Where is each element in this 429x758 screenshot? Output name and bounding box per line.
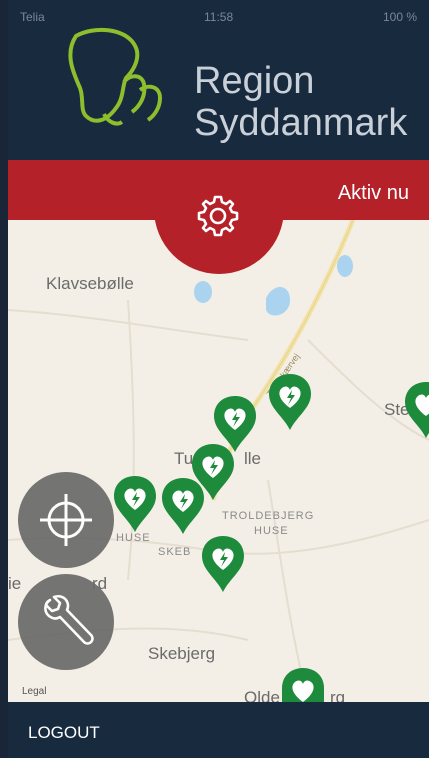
place-skebjerg: Skebjerg xyxy=(148,644,216,663)
clock: 11:58 xyxy=(204,10,234,24)
place-ie: ie xyxy=(8,574,22,593)
legal-link[interactable]: Legal xyxy=(22,686,46,697)
aed-marker-icon[interactable] xyxy=(267,372,313,432)
aed-marker-icon[interactable] xyxy=(200,534,246,594)
place-troldebjerg: TROLDEBJERG xyxy=(222,510,315,522)
crosshair-icon xyxy=(40,494,92,546)
locate-button[interactable] xyxy=(18,472,114,568)
active-status-label: Aktiv nu xyxy=(337,182,409,204)
logout-button[interactable]: LOGOUT xyxy=(28,723,100,743)
brand-line-1: Region xyxy=(194,60,315,102)
wrench-icon xyxy=(44,595,94,645)
footer-bar: LOGOUT xyxy=(8,702,429,758)
place-huse: HUSE xyxy=(254,525,289,537)
aed-marker-icon[interactable] xyxy=(112,474,158,534)
place-klavsebolle: Klavsebølle xyxy=(46,274,134,293)
gear-icon[interactable] xyxy=(193,191,243,241)
brand-name: Region Syddanmark xyxy=(194,60,407,144)
region-logo xyxy=(68,27,163,126)
battery-label: 100 % xyxy=(382,10,417,24)
aed-marker-icon[interactable] xyxy=(403,380,429,440)
brand-line-2: Syddanmark xyxy=(194,102,408,144)
aed-marker-icon[interactable] xyxy=(160,476,206,536)
place-skeb: SKEB xyxy=(158,546,192,558)
aed-marker-icon[interactable] xyxy=(280,666,326,706)
app-screen: Telia 11:58 100 % Region Syddanmark Klav… xyxy=(8,0,429,758)
carrier-label: Telia xyxy=(20,10,45,24)
tools-button[interactable] xyxy=(18,574,114,670)
header: Telia 11:58 100 % Region Syddanmark xyxy=(8,0,429,160)
